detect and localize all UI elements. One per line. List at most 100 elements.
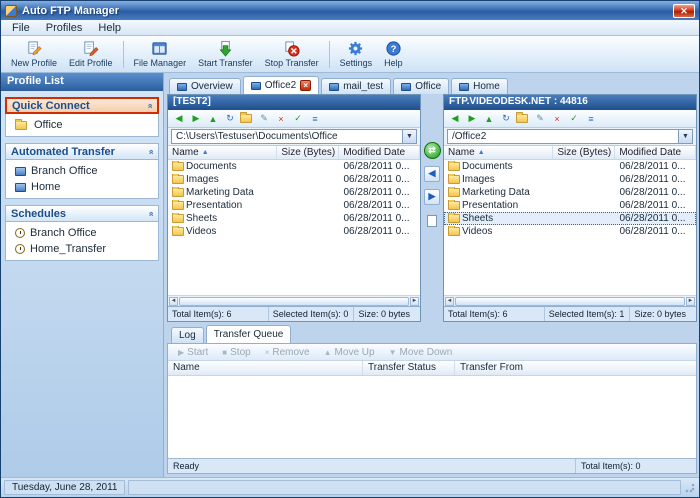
select-all-icon[interactable]: ✓ — [290, 111, 306, 126]
path-dropdown-icon[interactable]: ▼ — [678, 129, 693, 144]
sidebar-item-office[interactable]: Office — [6, 117, 158, 133]
stop-transfer-icon — [283, 40, 300, 57]
view-icon[interactable]: ≡ — [307, 111, 323, 126]
queue-column-status[interactable]: Transfer Status — [363, 361, 455, 375]
new-profile-button[interactable]: New Profile — [5, 39, 63, 69]
new-folder-icon[interactable] — [239, 111, 255, 126]
file-row[interactable]: Videos06/28/2011 0... — [444, 225, 696, 238]
file-row[interactable]: Videos06/28/2011 0... — [168, 225, 420, 238]
tab-overview[interactable]: Overview — [169, 78, 241, 94]
new-profile-icon — [26, 40, 43, 57]
sidebar-item-home[interactable]: Home — [6, 179, 158, 195]
queue-column-from[interactable]: Transfer From — [455, 361, 696, 375]
tab-home[interactable]: Home — [451, 78, 508, 94]
scroll-left-icon[interactable]: ◄ — [169, 297, 178, 306]
refresh-icon[interactable]: ↻ — [498, 111, 514, 126]
column-name[interactable]: Name▲ — [168, 146, 277, 159]
transfer-left-button[interactable]: ◀ — [424, 166, 440, 182]
column-size[interactable]: Size (Bytes) — [277, 146, 339, 159]
queue-column-name[interactable]: Name — [168, 361, 363, 375]
settings-button[interactable]: Settings — [334, 39, 379, 69]
collapse-chevron-icon[interactable]: » — [145, 149, 155, 154]
delete-icon[interactable]: × — [273, 111, 289, 126]
local-path-input[interactable]: C:\Users\Testuser\Documents\Office — [171, 129, 402, 144]
delete-icon[interactable]: × — [549, 111, 565, 126]
file-row[interactable]: Marketing Data06/28/2011 0... — [168, 186, 420, 199]
menu-help[interactable]: Help — [90, 21, 129, 35]
tab-mail-test[interactable]: mail_test — [321, 78, 391, 94]
view-icon[interactable]: ≡ — [583, 111, 599, 126]
section-header-schedules[interactable]: Schedules » — [5, 205, 159, 222]
help-button[interactable]: ? Help — [378, 39, 409, 69]
resize-grip[interactable] — [684, 482, 696, 494]
start-transfer-label: Start Transfer — [198, 58, 253, 68]
sidebar-item-branch-office[interactable]: Branch Office — [6, 163, 158, 179]
collapse-chevron-icon[interactable]: » — [145, 211, 155, 216]
path-dropdown-icon[interactable]: ▼ — [402, 129, 417, 144]
up-icon[interactable]: ▲ — [205, 111, 221, 126]
file-row-selected[interactable]: Sheets06/28/2011 0... — [444, 212, 696, 225]
refresh-icon[interactable]: ↻ — [222, 111, 238, 126]
file-row[interactable]: Marketing Data06/28/2011 0... — [444, 186, 696, 199]
section-header-quick-connect[interactable]: Quick Connect » — [5, 97, 159, 114]
sidebar-item-label: Home_Transfer — [30, 243, 106, 255]
stop-queue-button[interactable]: ■Stop — [216, 347, 256, 358]
column-modified[interactable]: Modified Date — [615, 146, 696, 159]
scrollbar-thumb[interactable] — [455, 297, 685, 306]
tab-log[interactable]: Log — [171, 327, 204, 343]
tab-office2[interactable]: Office2 × — [243, 76, 320, 94]
sidebar-item-home-transfer[interactable]: Home_Transfer — [6, 241, 158, 257]
forward-icon[interactable]: ▶ — [188, 111, 204, 126]
new-folder-icon[interactable] — [515, 111, 531, 126]
file-row[interactable]: Documents06/28/2011 0... — [168, 160, 420, 173]
sidebar-item-branch-office-schedule[interactable]: Branch Office — [6, 225, 158, 241]
menu-file[interactable]: File — [4, 21, 38, 35]
section-header-automated-transfer[interactable]: Automated Transfer » — [5, 143, 159, 160]
tab-transfer-queue[interactable]: Transfer Queue — [206, 325, 292, 343]
connect-sync-button[interactable]: ⇄ — [424, 142, 441, 159]
file-row[interactable]: Images06/28/2011 0... — [168, 173, 420, 186]
move-down-button[interactable]: ▼Move Down — [383, 347, 459, 358]
tab-office[interactable]: Office — [393, 78, 449, 94]
file-manager-button[interactable]: File Manager — [128, 39, 193, 69]
select-all-icon[interactable]: ✓ — [566, 111, 582, 126]
menu-profiles[interactable]: Profiles — [38, 21, 91, 35]
rename-icon[interactable]: ✎ — [256, 111, 272, 126]
tab-label: mail_test — [343, 81, 383, 92]
scroll-left-icon[interactable]: ◄ — [445, 297, 454, 306]
scrollbar-thumb[interactable] — [179, 297, 409, 306]
close-tab-icon[interactable]: × — [300, 80, 311, 91]
collapse-chevron-icon[interactable]: » — [144, 103, 154, 108]
stop-transfer-button[interactable]: Stop Transfer — [259, 39, 325, 69]
column-size[interactable]: Size (Bytes) — [553, 146, 615, 159]
scroll-right-icon[interactable]: ► — [410, 297, 419, 306]
help-label: Help — [384, 58, 403, 68]
column-name[interactable]: Name▲ — [444, 146, 553, 159]
profile-list-sidebar: Profile List Quick Connect » Office Auto… — [1, 73, 164, 477]
tab-label: Home — [473, 81, 500, 92]
queue-page-icon[interactable] — [427, 215, 437, 227]
transfer-right-button[interactable]: ▶ — [424, 189, 440, 205]
close-button[interactable]: ✕ — [673, 4, 695, 18]
back-icon[interactable]: ◀ — [447, 111, 463, 126]
back-icon[interactable]: ◀ — [171, 111, 187, 126]
move-up-button[interactable]: ▲Move Up — [318, 347, 381, 358]
column-modified[interactable]: Modified Date — [339, 146, 420, 159]
file-row[interactable]: Documents06/28/2011 0... — [444, 160, 696, 173]
edit-profile-button[interactable]: Edit Profile — [63, 39, 119, 69]
scroll-right-icon[interactable]: ► — [686, 297, 695, 306]
up-icon[interactable]: ▲ — [481, 111, 497, 126]
remote-path-input[interactable]: /Office2 — [447, 129, 678, 144]
file-row[interactable]: Presentation06/28/2011 0... — [444, 199, 696, 212]
horizontal-scrollbar[interactable]: ◄ ► — [444, 295, 696, 306]
file-row[interactable]: Sheets06/28/2011 0... — [168, 212, 420, 225]
remove-queue-button[interactable]: ×Remove — [259, 347, 316, 358]
rename-icon[interactable]: ✎ — [532, 111, 548, 126]
file-row[interactable]: Presentation06/28/2011 0... — [168, 199, 420, 212]
forward-icon[interactable]: ▶ — [464, 111, 480, 126]
file-row[interactable]: Images06/28/2011 0... — [444, 173, 696, 186]
horizontal-scrollbar[interactable]: ◄ ► — [168, 295, 420, 306]
start-queue-button[interactable]: ▶Start — [172, 347, 214, 358]
remote-file-list: Documents06/28/2011 0... Images06/28/201… — [444, 160, 696, 295]
start-transfer-button[interactable]: Start Transfer — [192, 39, 259, 69]
